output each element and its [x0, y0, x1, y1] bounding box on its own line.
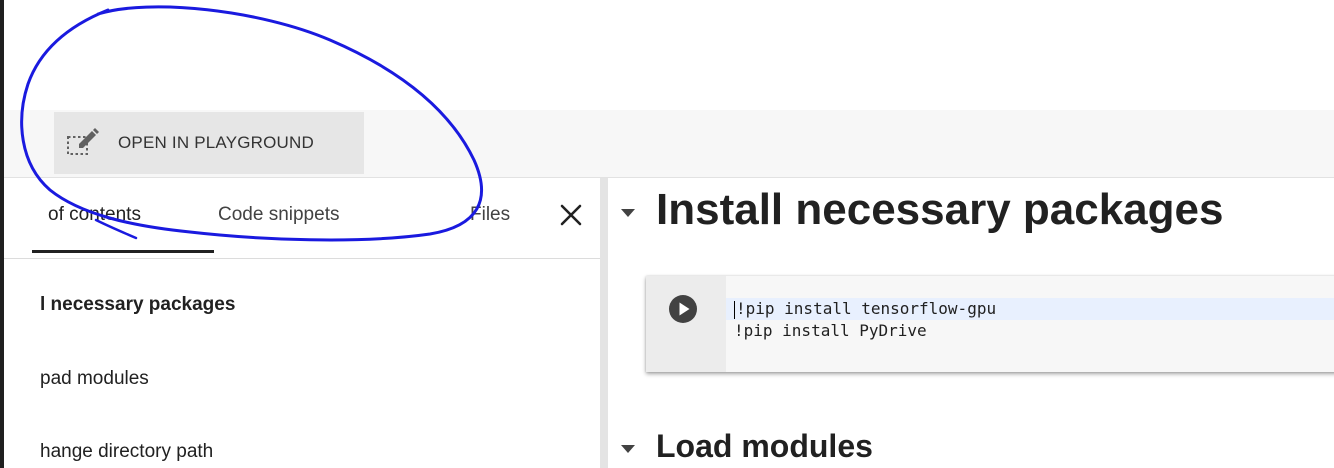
code-line[interactable]: !pip install PyDrive: [734, 320, 927, 342]
code-cell[interactable]: !pip install tensorflow-gpu !pip install…: [646, 276, 1334, 372]
open-in-playground-label: OPEN IN PLAYGROUND: [118, 133, 314, 152]
play-icon[interactable]: [668, 294, 698, 324]
sidebar-panel: of contents Code snippets Files l necess…: [4, 178, 600, 468]
toc-item-install-packages[interactable]: l necessary packages: [40, 294, 235, 316]
tab-files[interactable]: Files: [470, 204, 510, 226]
section-install-packages: Install necessary packages: [620, 180, 1223, 240]
code-line-text: !pip install tensorflow-gpu: [736, 299, 997, 318]
cell-gutter: [646, 276, 726, 372]
collapse-caret-icon[interactable]: [620, 205, 636, 217]
text-cursor: [734, 300, 735, 319]
tab-table-of-contents[interactable]: of contents: [48, 204, 141, 226]
code-editor[interactable]: !pip install tensorflow-gpu !pip install…: [726, 276, 1334, 372]
section-load-modules: Load modules: [620, 424, 873, 468]
colab-notebook-window: OPEN IN PLAYGROUND of contents Code snip…: [0, 0, 1334, 468]
open-in-playground-button[interactable]: OPEN IN PLAYGROUND: [54, 112, 364, 174]
notebook-main: Install necessary packages !pip install …: [608, 178, 1334, 468]
edit-in-playground-icon: [66, 128, 100, 158]
close-icon[interactable]: [556, 200, 586, 230]
active-tab-indicator: [32, 250, 214, 253]
collapse-caret-icon[interactable]: [620, 441, 636, 453]
toc-item-load-modules[interactable]: pad modules: [40, 368, 149, 390]
code-line[interactable]: !pip install tensorflow-gpu: [726, 298, 1334, 320]
sidebar-resize-handle[interactable]: [600, 178, 608, 468]
toc-item-change-directory[interactable]: hange directory path: [40, 441, 213, 463]
section-title: Install necessary packages: [656, 185, 1224, 234]
section-title: Load modules: [656, 427, 873, 464]
tab-code-snippets[interactable]: Code snippets: [218, 204, 339, 226]
sidebar-tabs: of contents Code snippets Files: [4, 178, 600, 259]
